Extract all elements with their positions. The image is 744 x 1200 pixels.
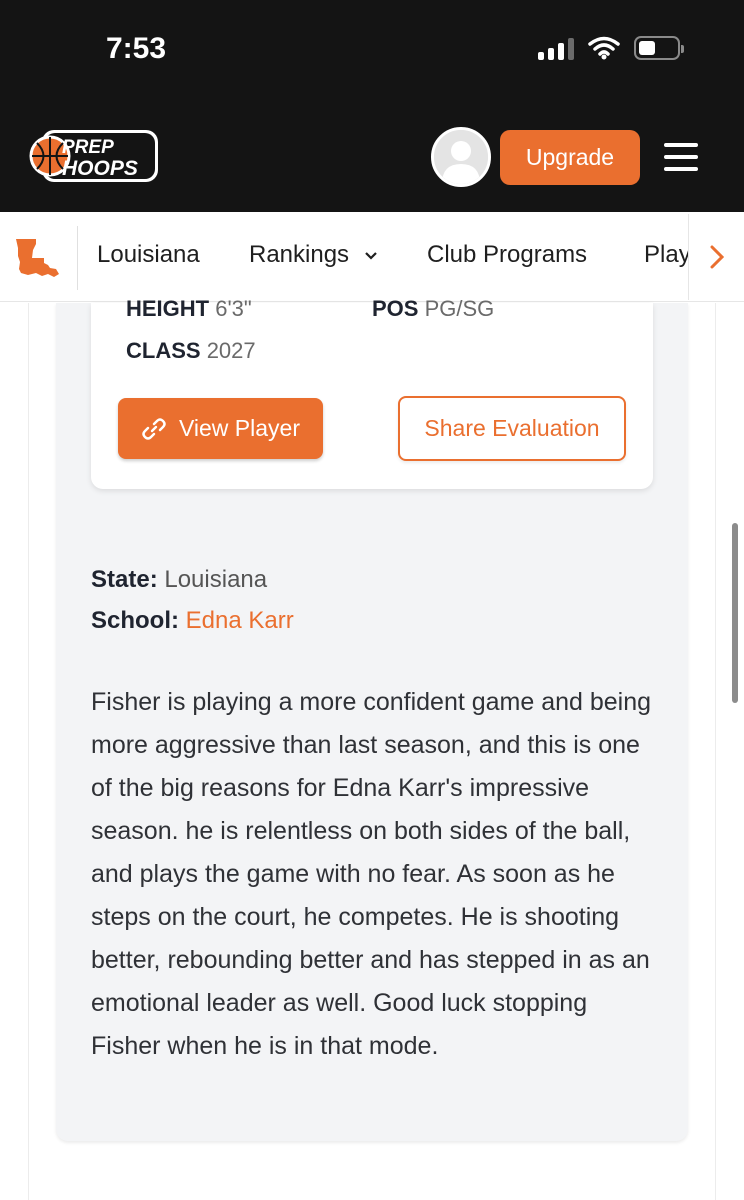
school-label: School: (91, 607, 179, 634)
nav-item-club-programs[interactable]: Club Programs (427, 241, 587, 269)
nav-item-rankings-label: Rankings (249, 241, 350, 268)
signal-icon (538, 36, 574, 60)
view-player-label: View Player (178, 415, 301, 441)
louisiana-state-icon[interactable] (14, 236, 62, 278)
chevron-right-icon (710, 245, 724, 269)
stat-pos-value: PG/SG (424, 296, 495, 321)
wifi-icon (588, 36, 620, 60)
logo-text-prep: PREP (62, 137, 114, 158)
state-value: Louisiana (164, 566, 268, 593)
status-time: 7:53 (106, 32, 167, 65)
scrollbar[interactable] (732, 523, 738, 703)
nav-divider (77, 226, 78, 290)
chevron-down-icon (364, 251, 377, 260)
battery-icon (634, 36, 684, 60)
hamburger-menu-icon[interactable] (664, 143, 698, 171)
logo-text-hoops: HOOPS (62, 157, 138, 180)
nav-item-louisiana[interactable]: Louisiana (97, 241, 200, 269)
nav-item-rankings[interactable]: Rankings (249, 241, 378, 269)
stat-height-value: 6'3" (215, 296, 252, 321)
upgrade-button[interactable]: Upgrade (500, 130, 640, 185)
stat-class-label: CLASS (126, 338, 201, 363)
state-row: State: Louisiana (91, 566, 267, 594)
stat-height-label: HEIGHT (126, 296, 210, 321)
school-link[interactable]: Edna Karr (186, 607, 294, 634)
view-player-button[interactable]: View Player (118, 398, 323, 459)
nav-item-players[interactable]: Play (644, 241, 691, 269)
state-label: State: (91, 566, 158, 593)
evaluation-text: Fisher is playing a more confident game … (91, 688, 652, 1060)
nav-scroll-right-button[interactable] (688, 214, 744, 300)
stat-pos: POS PG/SG (372, 296, 494, 322)
avatar[interactable] (431, 127, 491, 187)
share-evaluation-button[interactable]: Share Evaluation (398, 396, 626, 461)
user-icon (434, 130, 488, 184)
stat-pos-label: POS (372, 296, 419, 321)
link-icon (142, 417, 166, 440)
school-row: School: Edna Karr (91, 607, 294, 635)
stat-height: HEIGHT 6'3" (126, 296, 252, 322)
status-icons (538, 36, 684, 60)
stat-class: CLASS 2027 (126, 338, 256, 364)
stat-class-value: 2027 (206, 338, 256, 363)
prep-hoops-logo[interactable]: PREP HOOPS (28, 126, 162, 186)
